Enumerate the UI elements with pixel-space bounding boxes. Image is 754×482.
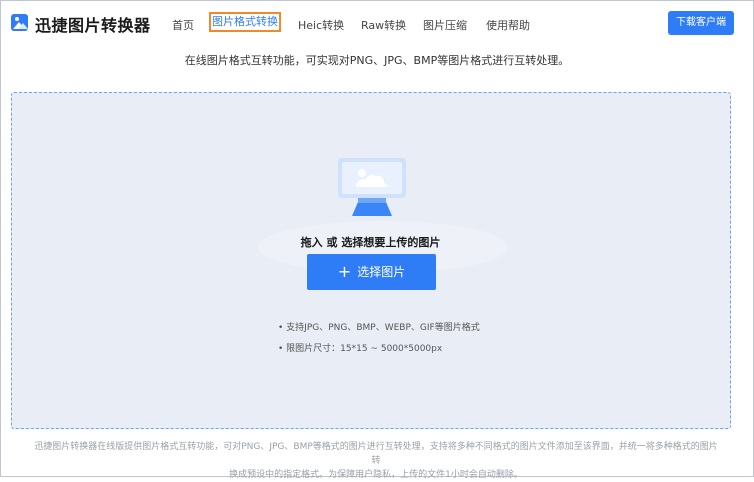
select-image-button[interactable]: + 选择图片	[307, 254, 436, 290]
image-logo-icon	[11, 14, 28, 31]
upload-prompt: 拖入 或 选择想要上传的图片	[300, 236, 441, 249]
nav-raw-convert[interactable]: Raw转换	[361, 17, 406, 33]
supported-formats-note: • 支持JPG、PNG、BMP、WEBP、GIF等图片格式	[278, 323, 480, 333]
nav-home[interactable]: 首页	[172, 17, 194, 33]
size-limit-note: • 限图片尺寸：15*15 ~ 5000*5000px	[278, 344, 443, 354]
page-subtitle: 在线图片格式互转功能，可实现对PNG、JPG、BMP等图片格式进行互转处理。	[184, 54, 570, 67]
footer-description: 迅捷图片转换器在线版提供图片格式互转功能，可对PNG、JPG、BMP等格式的图片…	[30, 440, 722, 482]
footer-line-2: 换成预设中的指定格式。为保障用户隐私，上传的文件1小时会自动删除。	[229, 470, 523, 480]
upload-dropzone[interactable]: 拖入 或 选择想要上传的图片 + 选择图片 • 支持JPG、PNG、BMP、WEB…	[11, 92, 731, 429]
select-image-label: 选择图片	[357, 265, 406, 279]
top-header: 迅捷图片转换器 首页 图片格式转换 Heic转换 Raw转换 图片压缩 使用帮助…	[1, 1, 753, 45]
nav-image-format-convert[interactable]: 图片格式转换	[209, 12, 281, 32]
nav-image-compress[interactable]: 图片压缩	[423, 17, 467, 33]
download-client-button[interactable]: 下载客户端	[668, 11, 734, 35]
footer-line-1: 迅捷图片转换器在线版提供图片格式互转功能，可对PNG、JPG、BMP等格式的图片…	[34, 442, 718, 466]
nav-heic-convert[interactable]: Heic转换	[298, 17, 344, 33]
logo-text[interactable]: 迅捷图片转换器	[35, 12, 151, 36]
nav-help[interactable]: 使用帮助	[486, 17, 530, 33]
plus-icon: +	[337, 262, 352, 281]
image-upload-illustration-icon	[338, 158, 406, 216]
